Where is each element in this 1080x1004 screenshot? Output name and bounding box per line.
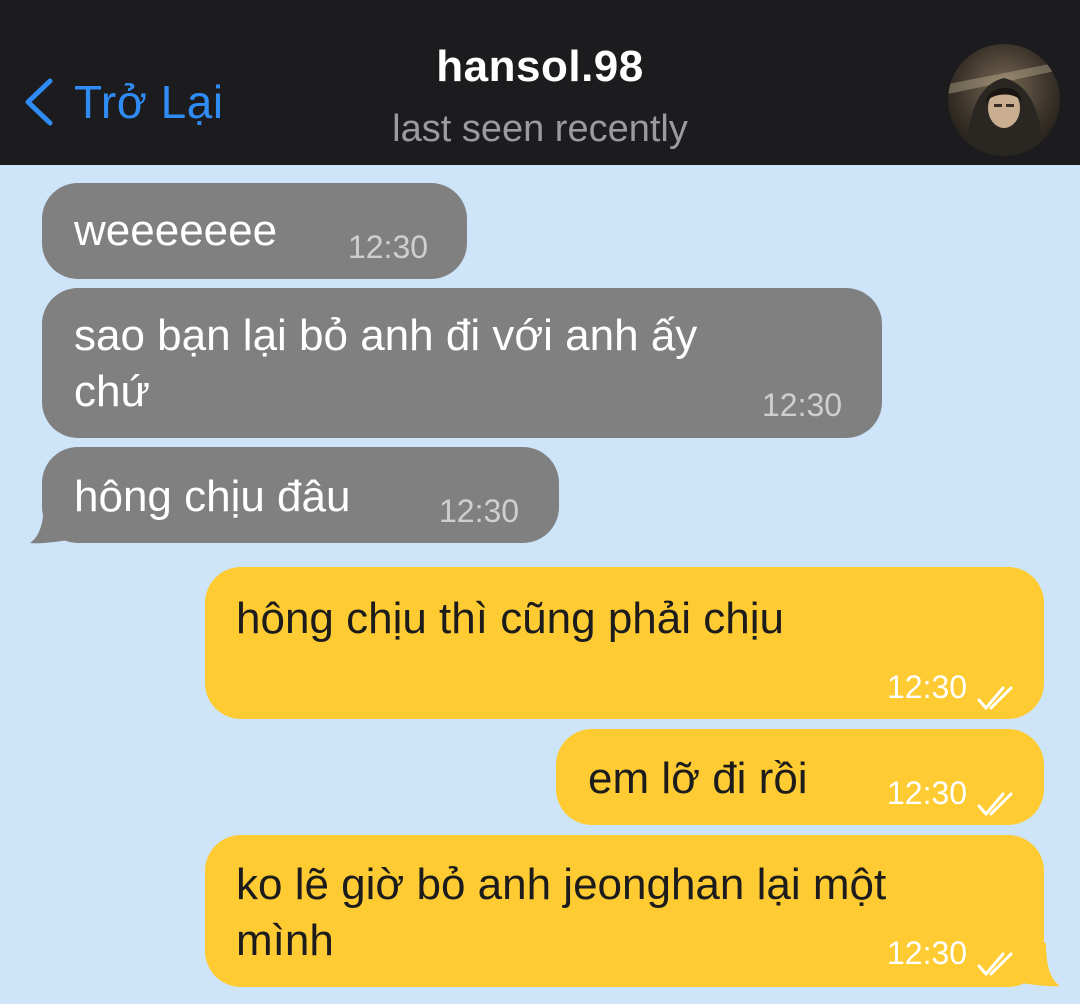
message-bubble[interactable]: ko lẽ giờ bỏ anh jeonghan lại một mình 1… — [205, 835, 1044, 987]
message-time: 12:30 — [887, 669, 968, 705]
read-receipt-icon — [977, 937, 1019, 993]
avatar[interactable] — [948, 44, 1060, 156]
message-bubble[interactable]: em lỡ đi rồi 12:30 — [556, 729, 1044, 825]
message-bubble[interactable]: weeeeeee 12:30 — [42, 183, 467, 279]
message-bubble[interactable]: hông chịu đâu 12:30 — [42, 447, 559, 543]
message-text: weeeeeee — [74, 206, 278, 255]
contact-status: last seen recently — [392, 108, 688, 150]
contact-name[interactable]: hansol.98 — [0, 42, 1080, 92]
message-time: 12:30 — [439, 493, 520, 529]
chat-header: Trở Lại hansol.98 last seen recently — [0, 0, 1080, 165]
message-time: 12:30 — [762, 387, 843, 423]
message-text: hông chịu thì cũng phải chịu — [236, 594, 784, 643]
message-time: 12:30 — [887, 775, 968, 811]
read-receipt-icon — [977, 777, 1019, 833]
message-text: hông chịu đâu — [74, 472, 351, 521]
message-text: sao bạn lại bỏ anh đi với anh ấy chứ — [74, 311, 698, 416]
message-time: 12:30 — [348, 229, 429, 265]
chat-screen: Trở Lại hansol.98 last seen recently wee… — [0, 0, 1080, 1004]
message-bubble[interactable]: hông chịu thì cũng phải chịu 12:30 — [205, 567, 1044, 719]
message-bubble[interactable]: sao bạn lại bỏ anh đi với anh ấy chứ 12:… — [42, 288, 882, 438]
message-time: 12:30 — [887, 935, 968, 971]
message-text: ko lẽ giờ bỏ anh jeonghan lại một mình — [236, 860, 887, 965]
read-receipt-icon — [977, 671, 1019, 727]
message-text: em lỡ đi rồi — [588, 754, 808, 803]
